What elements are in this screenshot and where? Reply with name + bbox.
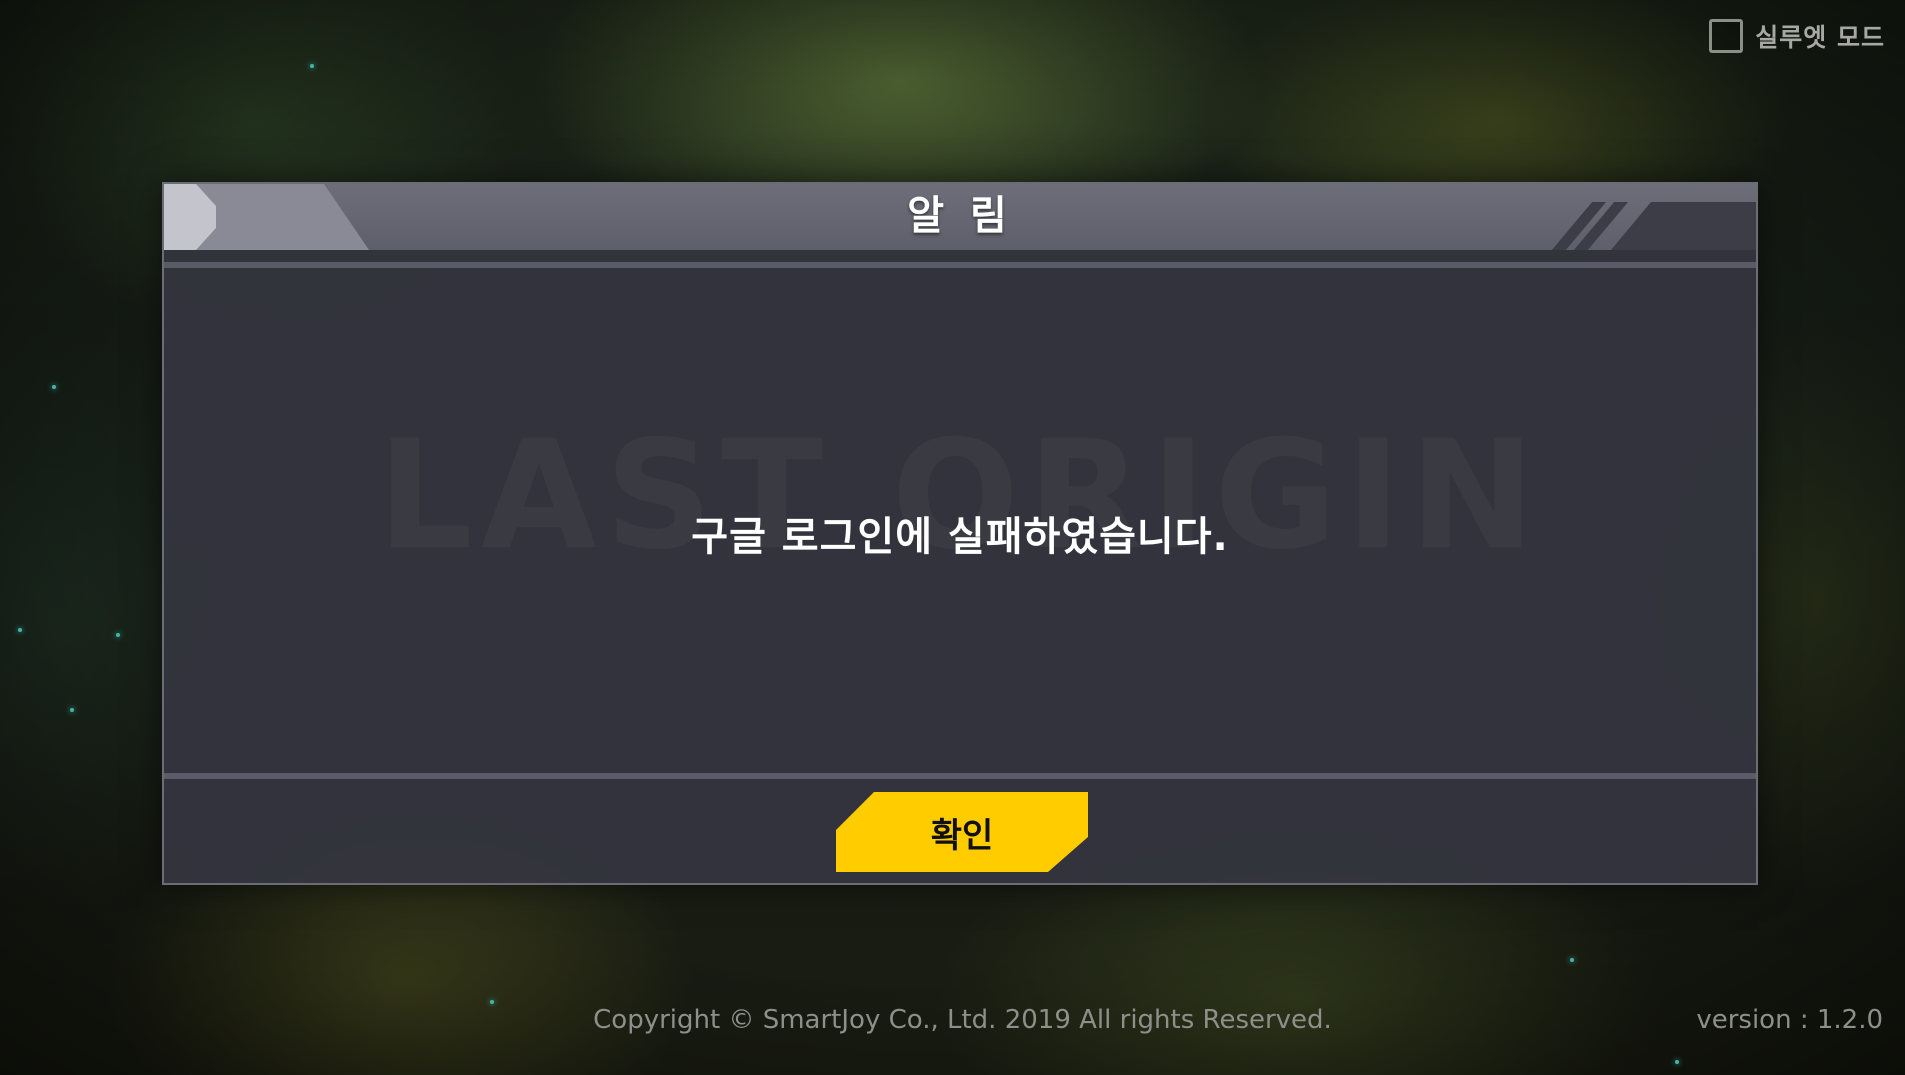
alert-dialog: 알 림 LAST ORIGIN 구글 로그인에 실패하였습니다. 확인 [162, 182, 1758, 885]
spark-particle [310, 64, 314, 68]
silhouette-mode-toggle[interactable]: 실루엣 모드 [1709, 18, 1885, 54]
spark-particle [70, 708, 74, 712]
silhouette-mode-checkbox[interactable] [1709, 19, 1744, 53]
spark-particle [1570, 958, 1574, 962]
spark-particle [116, 633, 120, 637]
version-text: version : 1.2.0 [1696, 1005, 1883, 1035]
game-screen: 실루엣 모드 알 림 LAST ORIGIN 구글 로그인에 실패하였습니다. … [0, 0, 1905, 1075]
spark-particle [1675, 1060, 1679, 1064]
spark-particle [52, 385, 56, 389]
spark-particle [490, 1000, 494, 1004]
silhouette-mode-label: 실루엣 모드 [1755, 23, 1885, 52]
spark-particle [18, 628, 22, 632]
dialog-message: 구글 로그인에 실패하였습니다. [691, 514, 1229, 560]
confirm-button-label: 확인 [930, 815, 994, 856]
dialog-divider-top [164, 262, 1756, 268]
confirm-button[interactable]: 확인 [836, 792, 1088, 872]
dialog-divider-bottom [164, 773, 1756, 779]
copyright-text: Copyright © SmartJoy Co., Ltd. 2019 All … [593, 1005, 1332, 1035]
dialog-header: 알 림 [164, 184, 1756, 250]
dialog-title: 알 림 [907, 193, 1013, 239]
